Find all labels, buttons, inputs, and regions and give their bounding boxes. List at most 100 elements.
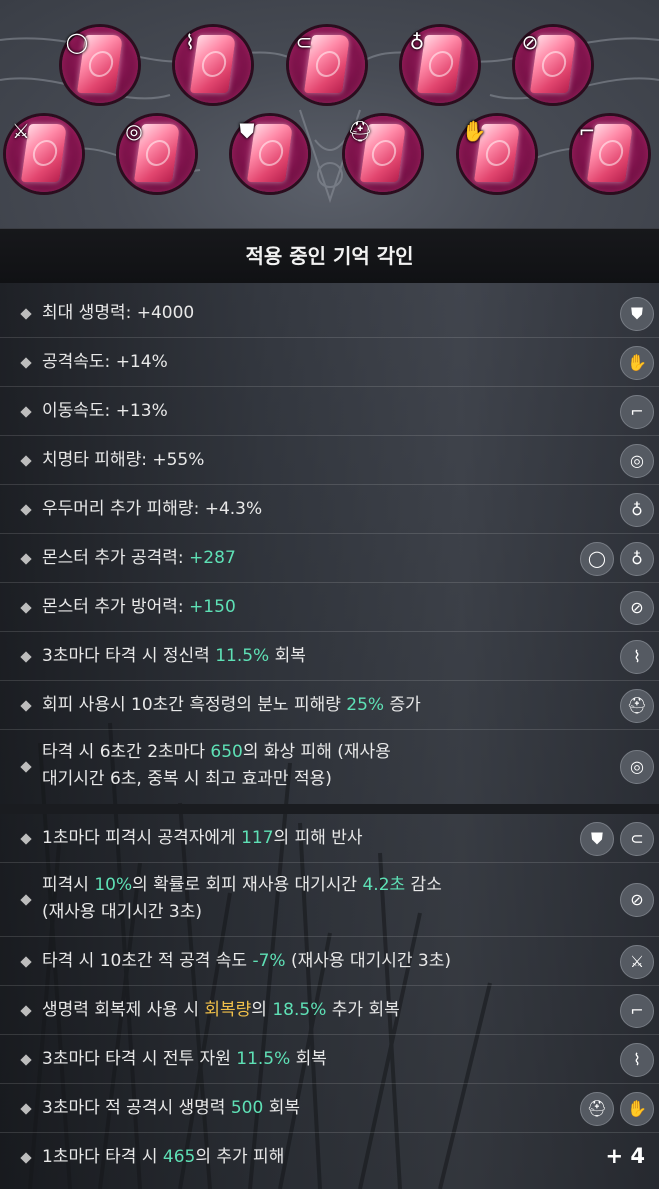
bracelet-icon[interactable]: ⊘	[620, 883, 654, 917]
effect-extra-damage-text: 1초마다 타격 시 465의 추가 피해	[42, 1145, 284, 1170]
glove-icon[interactable]: ✋	[620, 1092, 654, 1126]
stat-suffix: 증가	[384, 695, 421, 715]
necklace-icon[interactable]: ⌇	[620, 1043, 654, 1077]
effect-resource-text: 3초마다 타격 시 전투 자원 11.5% 회복	[42, 1047, 327, 1072]
earring-icon[interactable]: ♁	[620, 542, 654, 576]
bracelet-icon: ⊘	[521, 30, 539, 54]
slot-shield[interactable]: ◎	[119, 116, 195, 192]
slot-gloves[interactable]: ✋	[459, 116, 535, 192]
helmet-icon[interactable]: ⛑	[580, 1092, 614, 1126]
stat-value: +150	[189, 597, 236, 617]
bullet-icon	[20, 602, 32, 614]
sword-icon[interactable]: ⚔	[620, 945, 654, 979]
effect-slow-row: 타격 시 10초간 적 공격 속도 -7% (재사용 대기시간 3초) ⚔	[0, 937, 659, 986]
effect-reflect-text: 1초마다 피격시 공격자에게 117의 피해 반사	[42, 826, 363, 851]
stat-crit-damage-row: 치명타 피해량: +55% ◎	[0, 436, 659, 485]
sword-icon: ⚔	[12, 119, 30, 143]
slot-armor[interactable]: ⛊	[232, 116, 308, 192]
armor-icon[interactable]: ⛊	[620, 297, 654, 331]
effect-label: 생명력 회복제 사용 시	[42, 1000, 205, 1020]
slot-earring[interactable]: ♁	[402, 27, 478, 103]
slot-boots[interactable]: ⌐	[572, 116, 648, 192]
shield-icon: ◎	[125, 119, 143, 143]
necklace-icon[interactable]: ⌇	[620, 640, 654, 674]
stat-value: +287	[189, 548, 236, 568]
slot-bracelet[interactable]: ⊘	[515, 27, 591, 103]
stat-label: 회피 사용시 10초간 흑정령의 분노 피해량	[42, 695, 347, 715]
stat-monster-attack-text: 몬스터 추가 공격력: +287	[42, 546, 236, 571]
boots-icon[interactable]: ⌐	[620, 994, 654, 1028]
slot-belt[interactable]: ⊂	[289, 27, 365, 103]
boots-icon[interactable]: ⌐	[620, 395, 654, 429]
earring-icon[interactable]: ♁	[620, 493, 654, 527]
effect-label: 3초마다 타격 시 전투 자원	[42, 1049, 237, 1069]
bullet-icon	[20, 700, 32, 712]
boots-icon: ⌐	[578, 119, 596, 143]
slot-helmet[interactable]: ⛑	[345, 116, 421, 192]
stat-label: 몬스터 추가 방어력:	[42, 597, 190, 617]
stat-max-hp-text: 최대 생명력: +4000	[42, 303, 195, 323]
shield-icon[interactable]: ◎	[620, 750, 654, 784]
stat-monster-defense-text: 몬스터 추가 방어력: +150	[42, 595, 236, 620]
effect-hp-regen-text: 3초마다 적 공격시 생명력 500 회복	[42, 1096, 300, 1121]
stat-value: 11.5%	[215, 646, 270, 666]
belt-icon: ⊂	[295, 30, 313, 54]
stat-move-speed-text: 이동속도: +13%	[42, 401, 168, 421]
stat-crit-damage-text: 치명타 피해량: +55%	[42, 450, 205, 470]
effect-reflect-row: 1초마다 피격시 공격자에게 117의 피해 반사 ⛊ ⊂	[0, 814, 659, 863]
effect-hp-regen-row: 3초마다 적 공격시 생명력 500 회복 ⛑ ✋	[0, 1084, 659, 1133]
glove-icon[interactable]: ✋	[620, 346, 654, 380]
effect-suffix: 회복	[290, 1049, 327, 1069]
effect-value: 465	[162, 1147, 196, 1167]
effect-label: 피격시	[42, 875, 95, 895]
bullet-icon	[20, 308, 32, 320]
helmet-icon[interactable]: ⛑	[620, 689, 654, 723]
effect-label: 1초마다 타격 시	[42, 1147, 163, 1167]
panel-title: 적용 중인 기억 각인	[0, 228, 659, 284]
shield-icon[interactable]: ◎	[620, 444, 654, 478]
effect-value: 4.2초	[362, 875, 406, 895]
stat-burn-line1: 타격 시 6초간 2초마다 650의 화상 피해 (재사용	[42, 740, 391, 765]
effect-resource-row: 3초마다 타격 시 전투 자원 11.5% 회복 ⌇	[0, 1035, 659, 1084]
burn-text-start: 타격 시 6초간 2초마다	[42, 742, 211, 762]
stat-max-hp-row: 최대 생명력: +4000 ⛊	[0, 289, 659, 338]
stat-burn-row: 타격 시 6초간 2초마다 650의 화상 피해 (재사용 대기시간 6초, 중…	[0, 730, 659, 803]
stat-attack-speed-row: 공격속도: +14% ✋	[0, 338, 659, 387]
stat-label: 몬스터 추가 공격력:	[42, 548, 190, 568]
effect-suffix: (재사용 대기시간 3초)	[285, 951, 451, 971]
stat-monster-attack-row: 몬스터 추가 공격력: +287 ◯ ♁	[0, 534, 659, 583]
effect-label: 3초마다 적 공격시 생명력	[42, 1098, 231, 1118]
burn-value: 650	[210, 742, 243, 762]
ring-icon[interactable]: ◯	[580, 542, 614, 576]
glove-icon: ✋	[461, 119, 487, 143]
effect-chance: 10%	[94, 875, 133, 895]
effect-suffix: 회복	[263, 1098, 300, 1118]
effect-label: 1초마다 피격시 공격자에게	[42, 828, 242, 848]
bullet-icon	[20, 1054, 32, 1066]
bullet-icon	[20, 504, 32, 516]
slot-weapon[interactable]: ⚔	[6, 116, 82, 192]
bullet-icon	[20, 553, 32, 565]
effect-label: 타격 시 10초간 적 공격 속도	[42, 951, 253, 971]
armor-icon[interactable]: ⛊	[580, 822, 614, 856]
stat-attack-speed-text: 공격속도: +14%	[42, 352, 168, 372]
effect-suffix: 의 추가 피해	[195, 1147, 285, 1167]
effect-value: 11.5%	[236, 1049, 291, 1069]
stat-dodge-rage-row: 회피 사용시 10초간 흑정령의 분노 피해량 25% 증가 ⛑	[0, 681, 659, 730]
more-items-button[interactable]: + 4	[605, 1144, 645, 1168]
earring-icon: ♁	[409, 30, 425, 54]
bracelet-icon[interactable]: ⊘	[620, 591, 654, 625]
effect-label: 의	[251, 1000, 273, 1020]
effect-suffix: 감소	[405, 875, 442, 895]
stat-monster-defense-row: 몬스터 추가 방어력: +150 ⊘	[0, 583, 659, 632]
slot-necklace[interactable]: ⌇	[175, 27, 251, 103]
effect-label: 의 확률로 회피 재사용 대기시간	[132, 875, 363, 895]
effect-potion-text: 생명력 회복제 사용 시 회복량의 18.5% 추가 회복	[42, 998, 400, 1023]
bullet-icon	[20, 455, 32, 467]
slot-ring[interactable]: ◯	[62, 27, 138, 103]
stat-value: 25%	[346, 695, 385, 715]
engraving-slot-panel: ◯ ⌇ ⊂ ♁ ⊘ ⚔ ◎ ⛊ ⛑ ✋ ⌐	[0, 0, 659, 228]
effect-extra-damage-row: 1초마다 타격 시 465의 추가 피해 + 4	[0, 1133, 659, 1181]
bullet-icon	[20, 761, 32, 773]
belt-icon[interactable]: ⊂	[620, 822, 654, 856]
